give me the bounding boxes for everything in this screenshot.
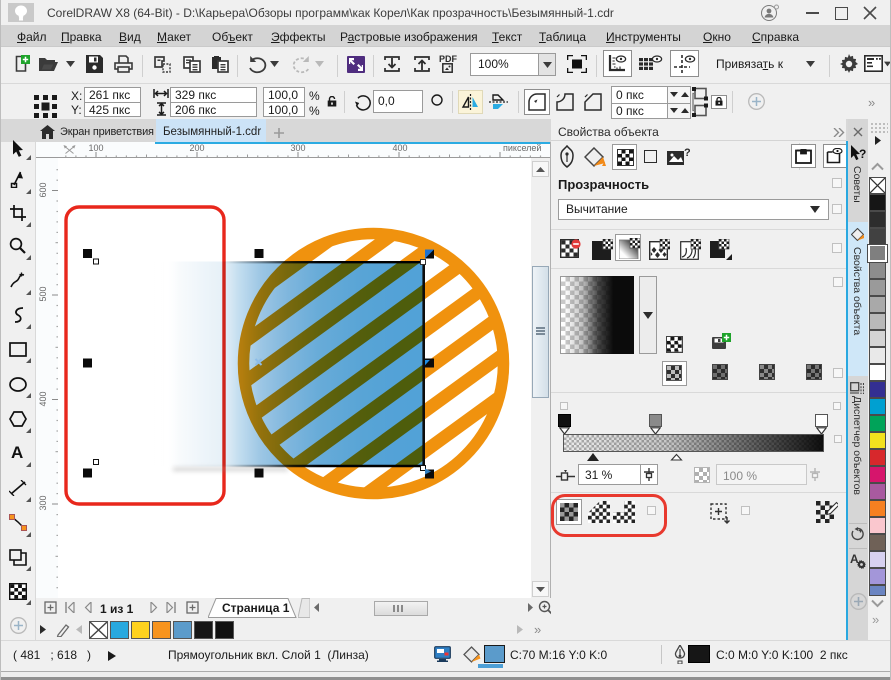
svg-text:200: 200 bbox=[189, 143, 204, 153]
svg-text:600: 600 bbox=[38, 182, 48, 197]
svg-text:400: 400 bbox=[392, 143, 407, 153]
svg-text:100: 100 bbox=[88, 143, 103, 153]
svg-text:400: 400 bbox=[38, 391, 48, 406]
svg-text:?: ? bbox=[684, 147, 690, 159]
svg-text:300: 300 bbox=[290, 143, 305, 153]
svg-text:300: 300 bbox=[38, 495, 48, 510]
svg-text:пикселей: пикселей bbox=[503, 143, 541, 153]
svg-text:500: 500 bbox=[38, 286, 48, 301]
svg-text:?: ? bbox=[859, 147, 866, 161]
